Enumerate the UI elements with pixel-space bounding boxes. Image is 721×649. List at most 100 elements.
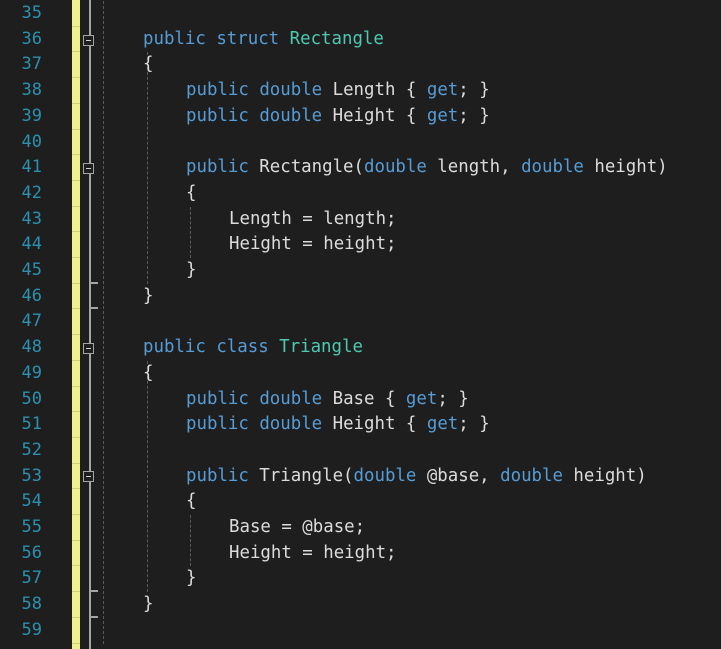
code-editor[interactable]: 35 36 37 38 39 40 41 42 43 44 45 46 47 48 49 50 51 52 53 54…	[0, 0, 721, 649]
code-token: }	[143, 285, 154, 306]
code-token: Height = height;	[229, 234, 397, 255]
change-bar-separator	[72, 180, 80, 181]
line-number: 35	[21, 3, 42, 23]
line-number: 48	[21, 337, 42, 358]
code-token: Height = height;	[229, 542, 397, 563]
change-bar-separator	[72, 308, 80, 309]
change-bar-separator	[72, 437, 80, 438]
fold-end-marker	[90, 590, 98, 592]
line-number: 52	[21, 439, 42, 460]
indent-guide	[103, 1, 104, 644]
change-bar-separator	[72, 463, 80, 464]
change-bar-separator	[72, 77, 80, 78]
indent-guide	[190, 206, 191, 258]
change-bar-separator	[72, 540, 80, 541]
keyword-token: class	[216, 337, 269, 358]
line-number: 49	[21, 362, 42, 383]
line-number: 56	[21, 542, 42, 563]
change-bar-separator	[72, 103, 80, 104]
keyword-token: public	[186, 157, 249, 178]
line-number: 46	[21, 285, 42, 306]
code-line[interactable]: public struct Rectangle	[143, 27, 384, 53]
code-line[interactable]: {	[186, 181, 196, 207]
keyword-token: get	[426, 105, 459, 126]
code-line[interactable]: public double Height { get; }	[186, 104, 490, 130]
code-line[interactable]: }	[143, 592, 153, 618]
outline-margin	[89, 0, 91, 649]
code-token: Base {	[322, 388, 406, 409]
line-number: 50	[21, 388, 42, 409]
code-line[interactable]: {	[143, 361, 153, 387]
keyword-token: double	[521, 157, 584, 178]
type-name-token: Triangle	[279, 337, 363, 358]
line-number: 53	[21, 465, 42, 486]
keyword-token: public	[186, 80, 249, 101]
line-number: 57	[21, 568, 42, 589]
code-line[interactable]: }	[143, 284, 153, 310]
keyword-token: double	[259, 388, 323, 409]
code-token: {	[143, 362, 154, 383]
code-line[interactable]: }	[186, 566, 196, 592]
code-token: {	[186, 491, 197, 512]
change-bar-separator	[72, 565, 80, 566]
code-line[interactable]: {	[186, 489, 196, 515]
code-line[interactable]: {	[143, 52, 153, 78]
keyword-token: public	[186, 105, 249, 126]
code-line[interactable]: }	[186, 258, 196, 284]
change-bar-separator	[72, 257, 80, 258]
code-line[interactable]: Height = height;	[229, 541, 397, 567]
code-line[interactable]: public Rectangle(double length, double h…	[186, 155, 668, 181]
code-line[interactable]: public class Triangle	[143, 335, 363, 361]
code-token: ; }	[458, 80, 490, 101]
change-bar-separator	[72, 26, 80, 27]
code-token: }	[186, 260, 197, 280]
keyword-token: public	[186, 388, 249, 409]
collapse-icon[interactable]	[83, 343, 94, 354]
line-number: 45	[21, 260, 42, 280]
code-token: Base = @base;	[229, 517, 366, 537]
change-bar-separator	[72, 360, 80, 361]
line-number-gutter: 35 36 37 38 39 40 41 42 43 44 45 46 47 48 49 50 51 52 53 54…	[0, 0, 62, 649]
code-line[interactable]: public double Length { get; }	[186, 78, 490, 104]
keyword-token: double	[353, 465, 417, 486]
code-line[interactable]: public Triangle(double @base, double hei…	[186, 464, 647, 490]
code-token: Length = length;	[229, 208, 397, 229]
collapse-icon[interactable]	[83, 471, 94, 482]
keyword-token: public	[143, 28, 206, 49]
code-line[interactable]: Length = length;	[229, 207, 397, 233]
change-bar-separator	[72, 643, 80, 644]
line-number: 41	[21, 157, 42, 178]
code-line[interactable]: Height = height;	[229, 232, 397, 258]
line-number: 39	[21, 105, 42, 126]
change-bar-separator	[72, 617, 80, 618]
change-bar-separator	[72, 488, 80, 489]
code-token: }	[186, 568, 197, 589]
code-token: }	[143, 594, 154, 615]
line-number: 40	[21, 131, 42, 152]
code-token: Height {	[322, 414, 427, 435]
code-token: height)	[583, 157, 668, 178]
indent-guide	[190, 515, 191, 567]
change-bar-separator	[72, 386, 80, 387]
fold-end-marker	[90, 282, 98, 284]
code-token: Rectangle(	[248, 157, 364, 178]
code-line[interactable]: Base = @base;	[229, 515, 365, 541]
code-token: Triangle(	[248, 465, 354, 486]
code-token: ; }	[458, 105, 490, 126]
change-bar-separator	[72, 514, 80, 515]
keyword-token: struct	[216, 28, 280, 49]
code-token: length,	[426, 157, 522, 178]
keyword-token: double	[259, 105, 323, 126]
line-number: 59	[21, 619, 42, 640]
collapse-icon[interactable]	[83, 163, 94, 174]
collapse-icon[interactable]	[83, 35, 94, 46]
code-line[interactable]: public double Base { get; }	[186, 387, 469, 413]
indent-guide	[147, 360, 148, 593]
code-line[interactable]: public double Height { get; }	[186, 412, 490, 438]
change-bar-separator	[72, 411, 80, 412]
code-token: {	[186, 182, 197, 203]
